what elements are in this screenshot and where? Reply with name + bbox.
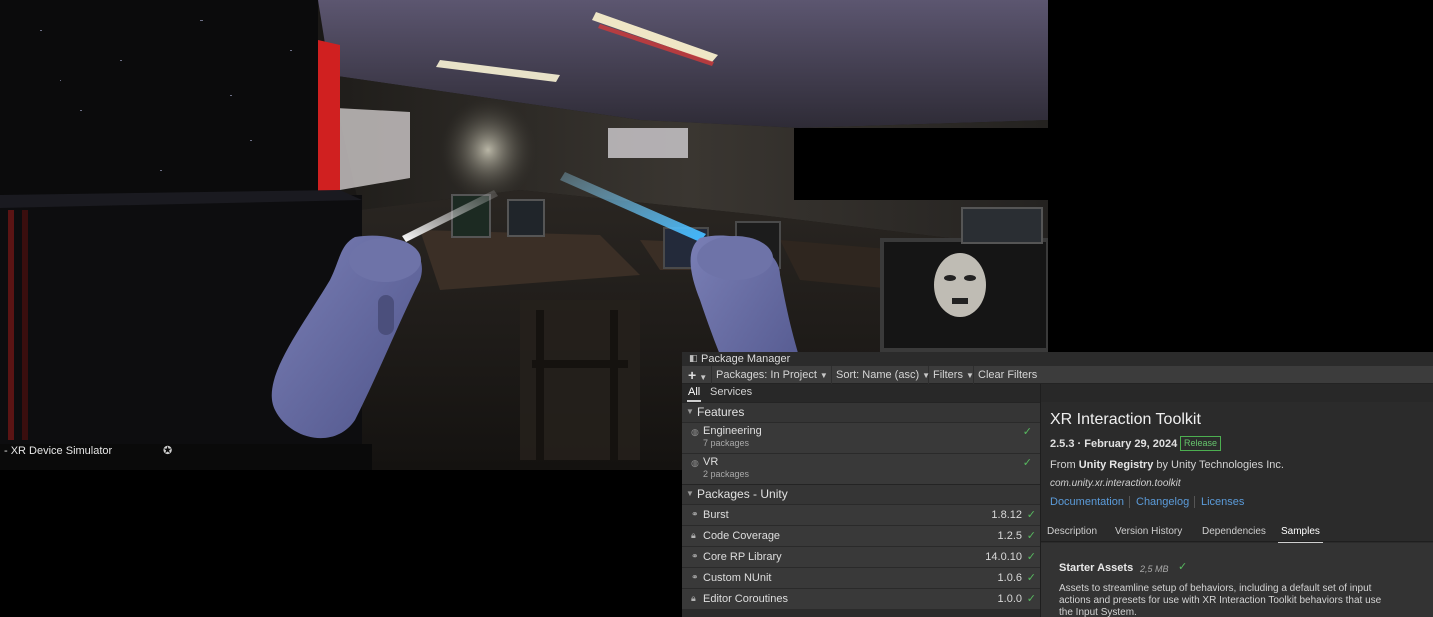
chevron-down-icon: ▼ xyxy=(699,373,708,382)
sort-dropdown[interactable]: Sort: Name (asc) ▼ xyxy=(832,366,930,384)
tab-all[interactable]: All xyxy=(687,385,702,402)
package-version-date: 2.5.3 · February 29, 2024 xyxy=(1050,438,1178,450)
sample-size: 2,5 MB xyxy=(1140,564,1169,574)
sample-item: Starter Assets 2,5 MB ✓ Assets to stream… xyxy=(1041,543,1433,617)
package-item-custom-nunit[interactable]: ⚭ Custom NUnit 1.0.6 ✓ xyxy=(682,567,1040,588)
link-icon: ⚭ xyxy=(691,509,699,519)
collapse-arrow-icon: ▼ xyxy=(686,489,694,498)
source-prefix: From xyxy=(1050,459,1076,471)
package-version: 1.0.6 xyxy=(997,572,1022,584)
packages-scope-label: Packages: In Project xyxy=(716,369,817,381)
package-name: Custom NUnit xyxy=(703,572,772,584)
filters-dropdown[interactable]: Filters ▼ xyxy=(929,366,974,384)
package-id: com.unity.xr.interaction.toolkit xyxy=(1050,478,1181,489)
package-icon: ◧ xyxy=(689,353,698,363)
scope-tabs: All Services xyxy=(682,385,1042,402)
group-label: Features xyxy=(697,405,745,419)
package-version: 1.2.5 xyxy=(997,530,1022,542)
tab-samples[interactable]: Samples xyxy=(1278,525,1323,544)
package-item-code-coverage[interactable]: 🔒︎ Code Coverage 1.2.5 ✓ xyxy=(682,525,1040,546)
installed-check-icon: ✓ xyxy=(1026,509,1036,521)
device-simulator-label: - XR Device Simulator xyxy=(4,445,113,457)
package-details: XR Interaction Toolkit 2.5.3 · February … xyxy=(1041,402,1433,617)
changelog-link[interactable]: Changelog xyxy=(1136,495,1189,509)
installed-check-icon: ✓ xyxy=(1026,572,1036,584)
plus-icon: + xyxy=(688,367,697,383)
clear-filters-button[interactable]: Clear Filters xyxy=(974,366,1042,384)
gear-icon[interactable]: ✪ xyxy=(163,445,172,458)
package-name: Core RP Library xyxy=(703,551,782,563)
package-source: From Unity Registry by Unity Technologie… xyxy=(1050,458,1284,472)
tab-services[interactable]: Services xyxy=(710,385,752,402)
package-name: Code Coverage xyxy=(703,530,781,542)
link-separator xyxy=(1129,496,1130,508)
imported-check-icon: ✓ xyxy=(1178,561,1188,573)
feature-name: VR xyxy=(703,456,719,468)
lock-icon: 🔒︎ xyxy=(691,593,696,603)
release-badge: Release xyxy=(1180,436,1222,451)
details-tabs: Description Version History Dependencies… xyxy=(1041,522,1433,544)
add-package-button[interactable]: + ▼ xyxy=(682,366,712,384)
package-name: Burst xyxy=(703,509,729,521)
package-version: 1.8.12 xyxy=(991,509,1022,521)
documentation-link[interactable]: Documentation xyxy=(1050,495,1124,509)
package-manager-window: ◧ Package Manager + ▼ Packages: In Projec… xyxy=(682,352,1433,617)
feature-count: 2 packages xyxy=(703,469,750,479)
author-name: by Unity Technologies Inc. xyxy=(1156,459,1284,471)
link-icon: ⚭ xyxy=(691,572,699,582)
lock-icon: 🔒︎ xyxy=(691,530,696,540)
installed-check-icon: ✓ xyxy=(1022,426,1032,438)
feature-icon: ◍ xyxy=(691,458,699,468)
installed-check-icon: ✓ xyxy=(1026,551,1036,563)
filters-label: Filters xyxy=(933,369,963,381)
tab-dependencies[interactable]: Dependencies xyxy=(1202,525,1266,539)
installed-check-icon: ✓ xyxy=(1026,593,1036,605)
tab-description[interactable]: Description xyxy=(1047,525,1097,539)
sample-description: Assets to streamline setup of behaviors,… xyxy=(1059,583,1382,617)
toolbar: + ▼ Packages: In Project ▼ Sort: Name (asc… xyxy=(682,366,1433,384)
collapse-arrow-icon: ▼ xyxy=(686,407,694,416)
packages-scope-dropdown[interactable]: Packages: In Project ▼ xyxy=(712,366,832,384)
screen: - XR Device Simulator ✪ ◧ Package Manage… xyxy=(0,0,1433,617)
link-icon: ⚭ xyxy=(691,551,699,561)
group-header-features[interactable]: ▼ Features xyxy=(682,402,1040,422)
sort-label: Sort: Name (asc) xyxy=(836,369,920,381)
group-label: Packages - Unity xyxy=(697,487,788,501)
feature-item-vr[interactable]: ◍ VR 2 packages ✓ xyxy=(682,453,1040,484)
package-version: 1.0.0 xyxy=(997,593,1022,605)
installed-check-icon: ✓ xyxy=(1022,457,1032,469)
registry-name: Unity Registry xyxy=(1078,459,1154,471)
feature-item-engineering[interactable]: ◍ Engineering 7 packages ✓ xyxy=(682,422,1040,453)
link-separator xyxy=(1194,496,1195,508)
chevron-down-icon: ▼ xyxy=(819,371,828,380)
installed-check-icon: ✓ xyxy=(1026,530,1036,542)
black-region xyxy=(1048,0,1433,352)
feature-icon: ◍ xyxy=(691,427,699,437)
feature-count: 7 packages xyxy=(703,438,750,448)
package-title: XR Interaction Toolkit xyxy=(1050,411,1201,428)
device-simulator-bar: - XR Device Simulator ✪ xyxy=(0,444,372,470)
licenses-link[interactable]: Licenses xyxy=(1201,495,1244,509)
package-name: Editor Coroutines xyxy=(703,593,788,605)
package-item-editor-coroutines[interactable]: 🔒︎ Editor Coroutines 1.0.0 ✓ xyxy=(682,588,1040,609)
package-item-burst[interactable]: ⚭ Burst 1.8.12 ✓ xyxy=(682,504,1040,525)
tab-version-history[interactable]: Version History xyxy=(1115,525,1182,539)
chevron-down-icon: ▼ xyxy=(965,371,974,380)
window-title-bar[interactable]: ◧ Package Manager xyxy=(682,352,1433,366)
package-version: 14.0.10 xyxy=(985,551,1022,563)
window-title: Package Manager xyxy=(701,353,791,365)
group-header-packages-unity[interactable]: ▼ Packages - Unity xyxy=(682,484,1040,504)
feature-name: Engineering xyxy=(703,425,762,437)
sample-name: Starter Assets xyxy=(1059,562,1134,574)
package-item-core-rp-library[interactable]: ⚭ Core RP Library 14.0.10 ✓ xyxy=(682,546,1040,567)
package-list: ▼ Features ◍ Engineering 7 packages ✓ ◍ … xyxy=(682,402,1040,617)
